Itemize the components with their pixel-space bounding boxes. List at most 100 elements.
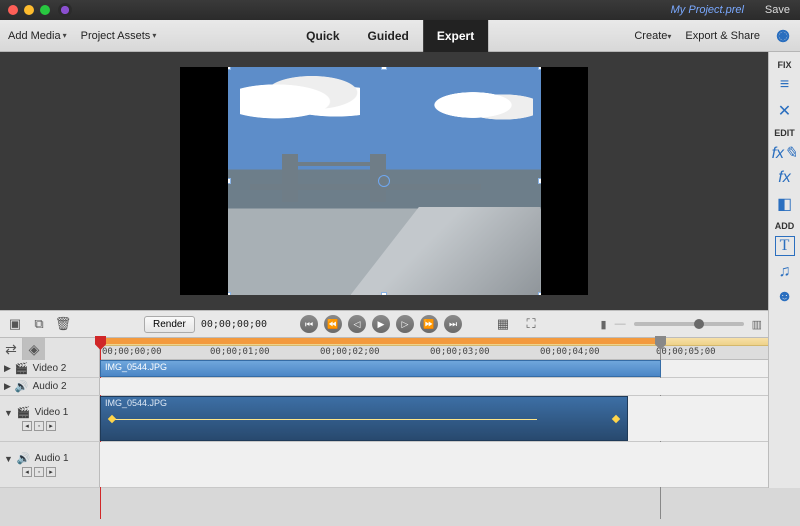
close-window-icon[interactable]	[8, 5, 18, 15]
render-button[interactable]: Render	[144, 316, 195, 333]
visibility-icon[interactable]: 🎬	[15, 362, 29, 375]
fix-section-label: FIX	[777, 60, 791, 70]
preview-stage[interactable]	[180, 67, 588, 295]
music-icon[interactable]: ♫	[773, 262, 797, 282]
keyframe-prev-icon[interactable]: ◂	[22, 421, 32, 431]
right-tool-panel: FIX ≡ ✕ EDIT fx✎ fx ◧ ADD T ♫ ☻	[768, 52, 800, 310]
project-name: My Project.prel	[671, 4, 744, 16]
visibility-icon[interactable]: 🎬	[17, 406, 31, 419]
mute-icon[interactable]: 🔊	[15, 380, 29, 393]
fx-icon[interactable]: fx	[773, 169, 797, 189]
timeline-tool-b-icon[interactable]: ◈	[23, 338, 45, 360]
timeline-tool-a-icon[interactable]: ⇄	[0, 338, 22, 360]
mute-icon[interactable]: 🔊	[17, 452, 31, 465]
window-controls	[8, 5, 50, 15]
graphics-smiley-icon[interactable]: ☻	[773, 288, 797, 308]
track-label: Video 1	[35, 407, 69, 418]
color-icon[interactable]: ◧	[773, 194, 797, 214]
keyframe-next-icon[interactable]: ▸	[46, 467, 56, 477]
resize-handle-b[interactable]	[381, 292, 387, 295]
fullscreen-icon[interactable]: ⛶	[522, 315, 540, 333]
fit-timeline-icon[interactable]: ▥	[752, 318, 762, 331]
track-label: Audio 1	[35, 453, 69, 464]
titles-icon[interactable]: T	[775, 236, 795, 256]
safe-margins-icon[interactable]: ▦	[494, 315, 512, 333]
track-video-2: ▶ 🎬 Video 2 IMG_0544.JPG	[0, 360, 768, 378]
track-label: Audio 2	[33, 381, 67, 392]
resize-handle-tr[interactable]	[538, 67, 541, 70]
zoom-slider[interactable]	[634, 322, 744, 326]
prev-frame-button[interactable]: ◁	[348, 315, 366, 333]
keyframe-add-icon[interactable]: ◦	[34, 467, 44, 477]
export-share-button[interactable]: Export & Share	[685, 30, 760, 42]
collapse-icon[interactable]: ▶	[4, 381, 11, 392]
right-panel-lower-spacer	[768, 310, 800, 488]
to-end-button[interactable]: ⏭	[444, 315, 462, 333]
preview-monitor	[0, 52, 768, 310]
snapshot-icon[interactable]: ▣	[6, 315, 24, 333]
chevron-down-icon: ▾	[667, 32, 671, 41]
clip-video2[interactable]: IMG_0544.JPG	[100, 360, 661, 377]
ruler-tick: 00;00;00;00	[102, 347, 162, 357]
add-section-label: ADD	[775, 221, 795, 231]
resize-handle-t[interactable]	[381, 67, 387, 70]
tools-icon[interactable]: ✕	[773, 101, 797, 121]
play-button[interactable]: ▶	[372, 315, 390, 333]
timeline-ruler[interactable]: 00;00;00;00 00;00;01;00 00;00;02;00 00;0…	[100, 338, 768, 360]
keyframe-icon[interactable]	[611, 414, 619, 422]
tab-guided[interactable]: Guided	[354, 20, 423, 52]
maximize-window-icon[interactable]	[40, 5, 50, 15]
rewind-button[interactable]: ⏮	[300, 315, 318, 333]
tab-quick[interactable]: Quick	[292, 20, 353, 52]
step-back-button[interactable]: ⏪	[324, 315, 342, 333]
track-label: Video 2	[33, 363, 67, 374]
add-marker-icon[interactable]: ⧉	[30, 315, 48, 333]
fx-edit-icon[interactable]: fx✎	[773, 143, 797, 163]
main-toolbar: Add Media▾ Project Assets▾ Quick Guided …	[0, 20, 800, 52]
save-button[interactable]: Save	[765, 4, 790, 16]
current-timecode[interactable]: 00;00;00;00	[201, 319, 267, 330]
ruler-tick: 00;00;02;00	[320, 347, 380, 357]
track-audio-1: ▼ 🔊 Audio 1 ◂ ◦ ▸	[0, 442, 768, 488]
ruler-tick: 00;00;05;00	[656, 347, 716, 357]
marker-indicator-icon: ▮	[601, 318, 607, 331]
resize-handle-l[interactable]	[228, 178, 231, 184]
gear-icon[interactable]	[774, 27, 792, 45]
step-forward-button[interactable]: ⏩	[420, 315, 438, 333]
delete-icon[interactable]: 🗑	[54, 315, 72, 333]
app-logo-icon	[58, 3, 72, 17]
preview-clip-image[interactable]	[228, 67, 541, 295]
work-area-bar[interactable]	[100, 338, 661, 344]
ruler-tick: 00;00;01;00	[210, 347, 270, 357]
ruler-tick: 00;00;04;00	[540, 347, 600, 357]
adjust-sliders-icon[interactable]: ≡	[773, 75, 797, 95]
collapse-icon[interactable]: ▼	[4, 408, 13, 418]
resize-handle-bl[interactable]	[228, 292, 231, 295]
keyframe-next-icon[interactable]: ▸	[46, 421, 56, 431]
resize-handle-r[interactable]	[538, 178, 541, 184]
keyframe-add-icon[interactable]: ◦	[34, 421, 44, 431]
workspace-mode-tabs: Quick Guided Expert	[292, 20, 488, 52]
clip-video1[interactable]: IMG_0544.JPG	[100, 396, 628, 441]
keyframe-icon[interactable]	[108, 414, 116, 422]
chevron-down-icon: ▾	[152, 31, 156, 40]
tab-expert[interactable]: Expert	[423, 20, 488, 52]
chevron-down-icon: ▾	[63, 31, 67, 40]
resize-handle-br[interactable]	[538, 292, 541, 295]
keyframe-line	[111, 419, 537, 420]
collapse-icon[interactable]: ▶	[4, 363, 11, 374]
playback-controls-bar: ▣ ⧉ 🗑 Render 00;00;00;00 ⏮ ⏪ ◁ ▶ ▷ ⏩ ⏭ ▦…	[0, 310, 768, 338]
collapse-icon[interactable]: ▼	[4, 454, 13, 464]
project-assets-menu[interactable]: Project Assets▾	[81, 30, 157, 42]
edit-section-label: EDIT	[774, 128, 795, 138]
anchor-point-icon[interactable]	[378, 175, 390, 187]
next-frame-button[interactable]: ▷	[396, 315, 414, 333]
keyframe-prev-icon[interactable]: ◂	[22, 467, 32, 477]
add-media-menu[interactable]: Add Media▾	[8, 30, 67, 42]
zoom-thumb[interactable]	[694, 319, 704, 329]
create-menu[interactable]: Create▾	[634, 30, 671, 42]
track-audio-2: ▶ 🔊 Audio 2	[0, 378, 768, 396]
minimize-window-icon[interactable]	[24, 5, 34, 15]
resize-handle-tl[interactable]	[228, 67, 231, 70]
track-video-1: ▼ 🎬 Video 1 ◂ ◦ ▸ IMG_0544.JPG	[0, 396, 768, 442]
